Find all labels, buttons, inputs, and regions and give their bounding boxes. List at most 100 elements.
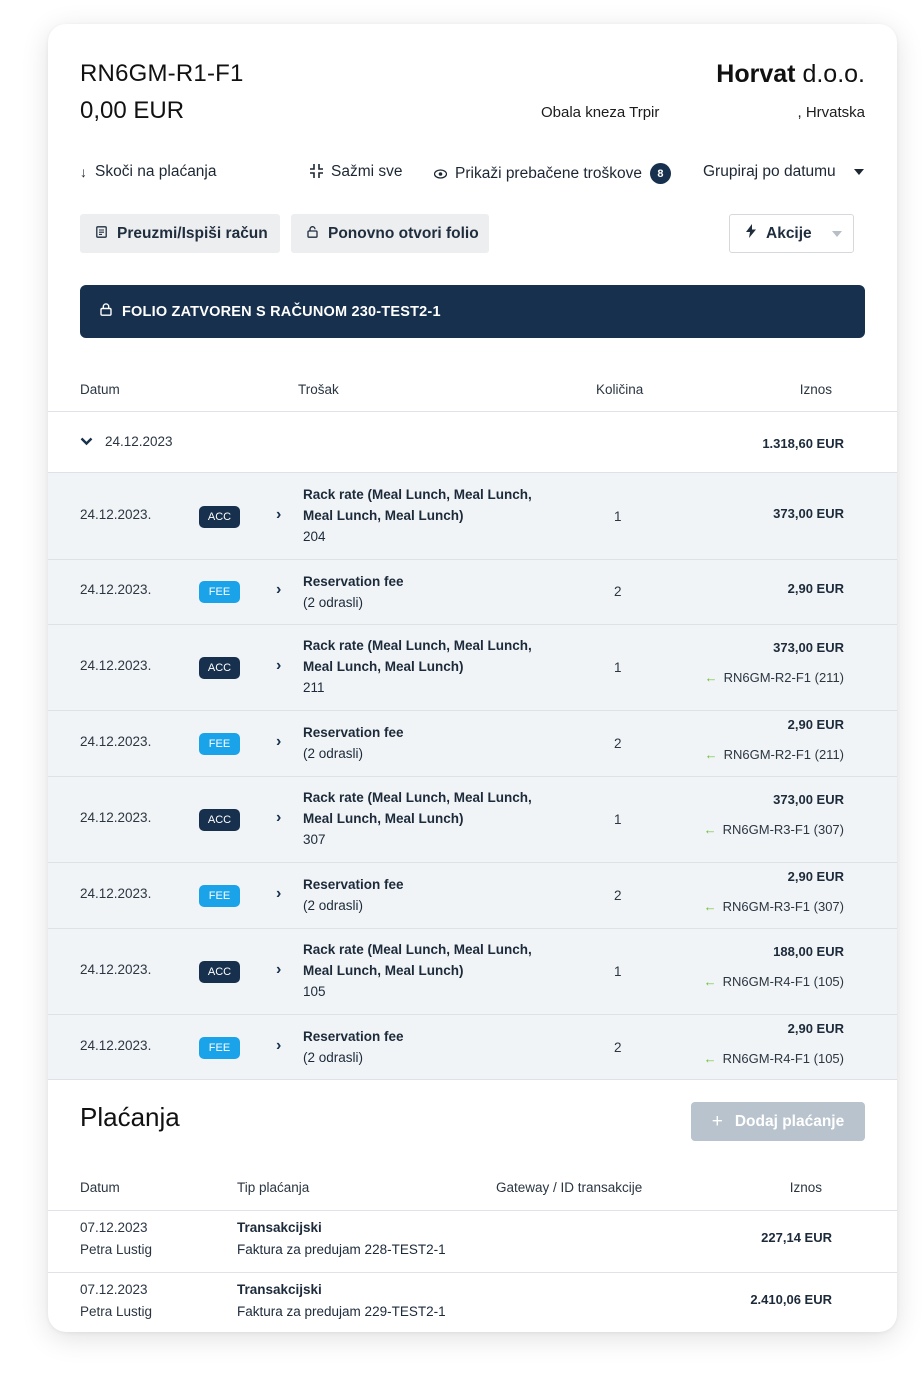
address-country: , Hrvatska xyxy=(797,104,865,121)
charge-row: 24.12.2023. ACC › Rack rate (Meal Lunch,… xyxy=(48,928,897,1014)
company-name-bold: Horvat xyxy=(716,60,796,88)
charge-date: 24.12.2023. xyxy=(80,734,152,749)
collapse-all-link[interactable]: Sažmi sve xyxy=(310,163,403,181)
charge-date: 24.12.2023. xyxy=(80,658,152,673)
charge-desc-line1: Rack rate (Meal Lunch, Meal Lunch, xyxy=(303,942,532,957)
charge-row: 24.12.2023. ACC › Rack rate (Meal Lunch,… xyxy=(48,776,897,862)
chevron-right-icon[interactable]: › xyxy=(276,506,281,524)
charge-amount: 373,00 EUR xyxy=(773,792,844,807)
charge-room: 211 xyxy=(303,680,325,695)
transfer-source-link[interactable]: ← RN6GM-R2-F1 (211) xyxy=(705,670,844,685)
charge-desc-line2: Meal Lunch, Meal Lunch) xyxy=(303,811,464,826)
payment-type-cell: Transakcijski Faktura za predujam 228-TE… xyxy=(237,1217,446,1261)
charge-qty: 2 xyxy=(614,736,622,751)
plus-icon: + xyxy=(711,1110,723,1132)
charge-description: Rack rate (Meal Lunch, Meal Lunch, Meal … xyxy=(303,787,532,850)
charge-amount: 373,00 EUR xyxy=(773,640,844,655)
charge-date: 24.12.2023. xyxy=(80,962,152,977)
charge-desc-line2: (2 odrasli) xyxy=(303,595,364,610)
transfer-source-link[interactable]: ← RN6GM-R4-F1 (105) xyxy=(704,974,844,989)
transfer-source-link[interactable]: ← RN6GM-R4-F1 (105) xyxy=(704,1051,844,1066)
company-name: Horvat d.o.o. xyxy=(716,60,865,89)
chevron-right-icon[interactable]: › xyxy=(276,961,281,979)
arrow-left-icon: ← xyxy=(703,974,717,989)
folio-closed-text: FOLIO ZATVOREN S RAČUNOM 230-TEST2-1 xyxy=(122,303,441,320)
pay-col-header-date: Datum xyxy=(80,1180,120,1195)
add-payment-label: Dodaj plaćanje xyxy=(734,1112,845,1130)
arrow-left-icon: ← xyxy=(703,1051,717,1066)
chevron-right-icon[interactable]: › xyxy=(276,1037,281,1055)
document-icon xyxy=(96,225,107,243)
transfer-source-link[interactable]: ← RN6GM-R3-F1 (307) xyxy=(704,822,844,837)
reopen-folio-button[interactable]: Ponovno otvori folio xyxy=(291,214,489,253)
transfer-source-link[interactable]: ← RN6GM-R2-F1 (211) xyxy=(705,747,844,762)
add-payment-button[interactable]: + Dodaj plaćanje xyxy=(691,1102,865,1141)
company-suffix: d.o.o. xyxy=(802,60,865,88)
payment-user: Petra Lustig xyxy=(80,1242,153,1257)
actions-dropdown[interactable]: Akcije xyxy=(729,214,854,253)
group-by-dropdown[interactable]: Grupiraj po datumu xyxy=(703,163,864,181)
arrow-left-icon: ← xyxy=(703,899,717,914)
charge-amount: 2,90 EUR xyxy=(787,581,844,596)
charge-qty: 2 xyxy=(614,1040,622,1055)
transfer-source-label: RN6GM-R4-F1 (105) xyxy=(722,974,844,989)
payment-row[interactable]: 07.12.2023 Petra Lustig Transakcijski Fa… xyxy=(48,1273,897,1332)
transfer-source-label: RN6GM-R4-F1 (105) xyxy=(722,1051,844,1066)
bolt-icon xyxy=(746,224,756,243)
jump-to-payments-link[interactable]: ↓ Skoči na plaćanja xyxy=(80,163,217,181)
charge-desc-line1: Reservation fee xyxy=(303,725,404,740)
charge-qty: 1 xyxy=(614,812,622,827)
charge-row: 24.12.2023. ACC › Rack rate (Meal Lunch,… xyxy=(48,472,897,559)
pay-col-header-type: Tip plaćanja xyxy=(237,1180,310,1195)
download-print-label: Preuzmi/Ispiši račun xyxy=(117,224,268,242)
payment-type: Transakcijski xyxy=(237,1220,322,1235)
folio-balance: 0,00 EUR xyxy=(80,97,185,124)
show-transferred-label: Prikaži prebačene troškove xyxy=(455,164,642,182)
folio-closed-banner: FOLIO ZATVOREN S RAČUNOM 230-TEST2-1 xyxy=(80,285,865,338)
charge-desc-line2: Meal Lunch, Meal Lunch) xyxy=(303,508,464,523)
col-header-amount: Iznos xyxy=(799,382,832,397)
collapse-all-label: Sažmi sve xyxy=(331,163,403,180)
date-group-toggle[interactable]: 24.12.2023 xyxy=(80,434,173,449)
arrow-down-icon: ↓ xyxy=(80,164,87,180)
arrow-left-icon: ← xyxy=(703,822,717,837)
transfer-source-label: RN6GM-R3-F1 (307) xyxy=(722,822,844,837)
chevron-right-icon[interactable]: › xyxy=(276,733,281,751)
show-transferred-toggle[interactable]: Prikaži prebačene troškove 8 xyxy=(433,163,671,184)
charge-amount: 2,90 EUR xyxy=(787,1021,844,1036)
charge-date: 24.12.2023. xyxy=(80,886,152,901)
charge-qty: 1 xyxy=(614,660,622,675)
arrow-left-icon: ← xyxy=(704,747,718,762)
chevron-down-icon xyxy=(831,230,842,237)
payment-date: 07.12.2023 xyxy=(80,1282,148,1297)
chevron-down-icon xyxy=(80,434,93,449)
charge-room: 307 xyxy=(303,832,326,847)
charge-type-tag: ACC xyxy=(199,961,240,983)
transfer-source-label: RN6GM-R2-F1 (211) xyxy=(723,747,844,762)
pay-col-header-amount: Iznos xyxy=(789,1180,822,1195)
date-group-label: 24.12.2023 xyxy=(105,434,173,449)
charge-desc-line2: (2 odrasli) xyxy=(303,1050,364,1065)
collapse-icon xyxy=(310,163,323,181)
charge-date: 24.12.2023. xyxy=(80,810,152,825)
chevron-right-icon[interactable]: › xyxy=(276,657,281,675)
payment-row[interactable]: 07.12.2023 Petra Lustig Transakcijski Fa… xyxy=(48,1211,897,1272)
charge-description: Rack rate (Meal Lunch, Meal Lunch, Meal … xyxy=(303,939,532,1002)
address-street: Obala kneza Trpir xyxy=(541,104,660,121)
chevron-down-icon xyxy=(853,169,864,175)
transfer-source-link[interactable]: ← RN6GM-R3-F1 (307) xyxy=(704,899,844,914)
charge-type-tag: FEE xyxy=(199,733,240,755)
charge-desc-line2: (2 odrasli) xyxy=(303,746,364,761)
group-by-label: Grupiraj po datumu xyxy=(703,163,836,180)
charge-desc-line2: Meal Lunch, Meal Lunch) xyxy=(303,963,464,978)
unlock-icon xyxy=(307,225,318,243)
charge-description: Reservation fee (2 odrasli) xyxy=(303,722,404,764)
charge-type-tag: FEE xyxy=(199,581,240,603)
chevron-right-icon[interactable]: › xyxy=(276,809,281,827)
chevron-right-icon[interactable]: › xyxy=(276,885,281,903)
chevron-right-icon[interactable]: › xyxy=(276,581,281,599)
charge-qty: 2 xyxy=(614,888,622,903)
download-print-button[interactable]: Preuzmi/Ispiši račun xyxy=(80,214,280,253)
actions-label: Akcije xyxy=(766,224,812,242)
charge-amount: 373,00 EUR xyxy=(773,506,844,521)
